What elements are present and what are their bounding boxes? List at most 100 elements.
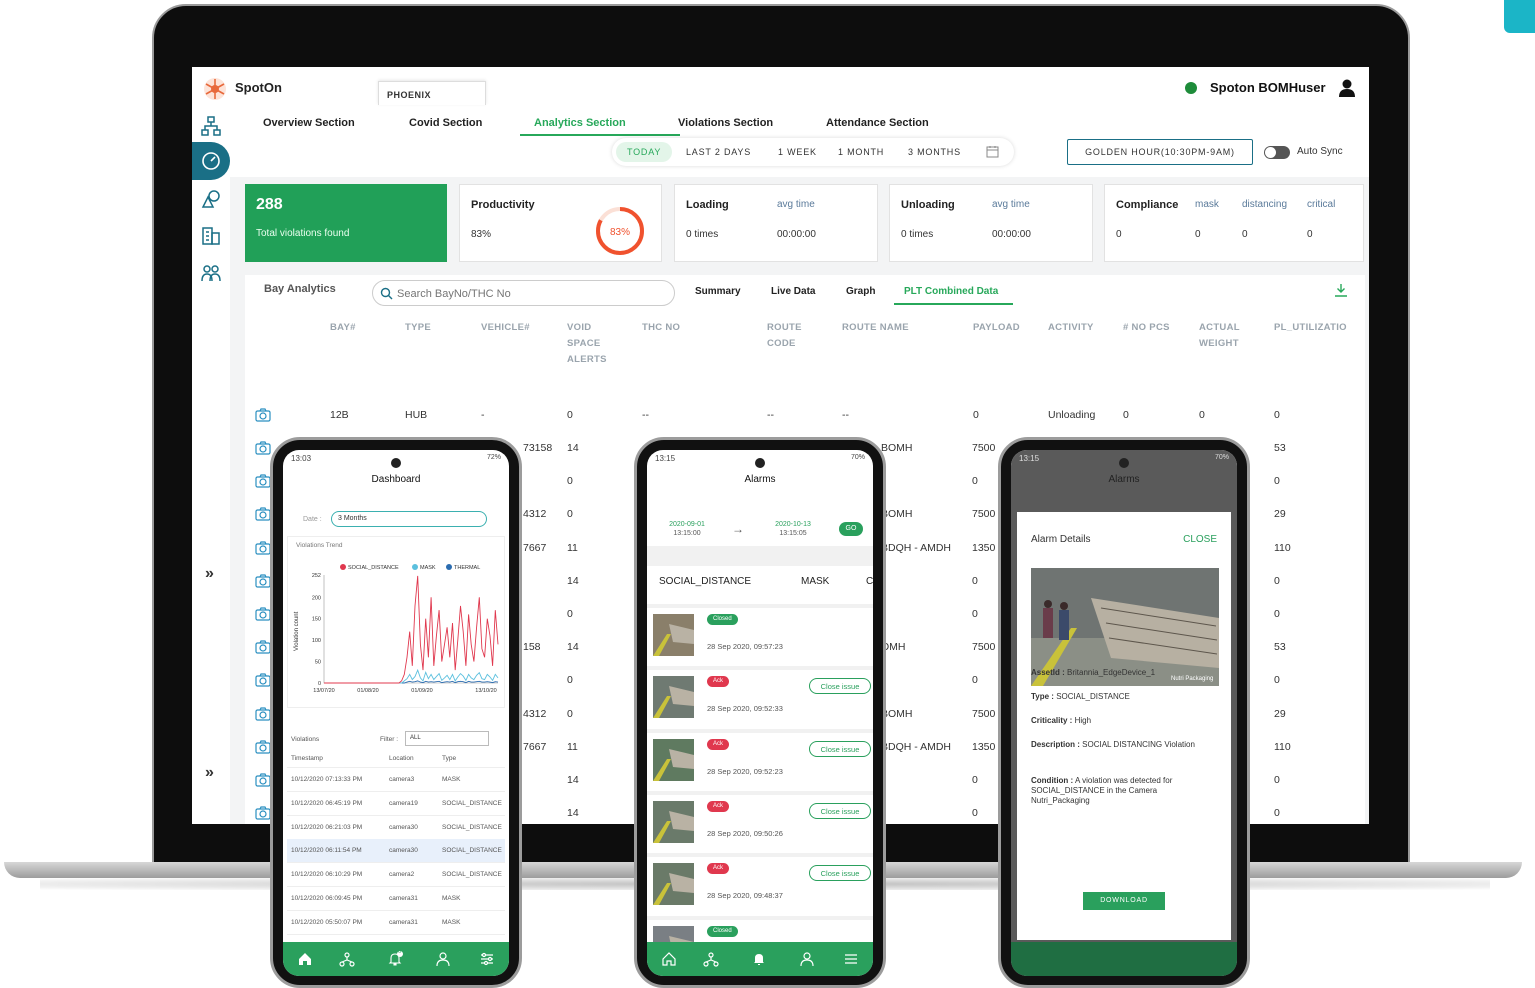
tab-social-distance[interactable]: SOCIAL_DISTANCE [659,576,751,587]
close-issue-button[interactable]: Close issue [809,865,871,882]
tab-mask[interactable]: MASK [801,576,829,587]
camera-icon[interactable] [255,673,271,687]
table-cell: 7667 [523,541,547,554]
golden-hour-button[interactable]: GOLDEN HOUR(10:30PM-9AM) [1067,139,1253,165]
table-cell: 7500 [972,707,996,720]
home-icon[interactable] [297,951,313,967]
tenant-tab-phoenix[interactable]: PHOENIX [378,81,486,105]
hierarchy-icon[interactable] [339,951,355,967]
camera-icon[interactable] [255,773,271,787]
range-1-month[interactable]: 1 MONTH [838,147,884,157]
productivity-gauge-label: 83% [610,227,630,238]
list-item[interactable]: 10/12/2020 07:13:33 PM camera3 MASK [287,768,505,792]
close-issue-button[interactable]: Close issue [809,740,871,757]
camera-icon[interactable] [255,441,271,455]
alarm-item[interactable]: Ack 28 Sep 2020, 09:50:26 Close issue [647,790,873,849]
table-cell: 0 [972,774,978,786]
close-issue-button[interactable]: Close issue [809,802,871,819]
camera-icon[interactable] [255,806,271,820]
status-time: 13:03 [291,454,312,463]
username[interactable]: Spoton BOMHuser [1210,80,1326,95]
violations-title: Violations [291,736,320,743]
alarm-item[interactable]: Ack 28 Sep 2020, 09:48:37 Close issue [647,853,873,911]
list-item[interactable]: 10/12/2020 06:21:03 PM camera30 SOCIAL_DIS… [287,816,505,840]
building-icon[interactable] [200,225,222,247]
alarm-item[interactable]: Ack 28 Sep 2020, 09:52:23 Close issue [647,728,873,787]
search-input[interactable] [397,285,667,302]
tab-attendance[interactable]: Attendance Section [826,117,929,129]
table-cell: -- [642,409,649,421]
camera-icon[interactable] [255,574,271,588]
camera-icon[interactable] [255,408,271,422]
camera-icon[interactable] [255,740,271,754]
from-date[interactable]: 2020-09-01 13:15:00 [659,520,715,538]
camera-icon[interactable] [255,540,271,555]
tab-summary[interactable]: Summary [695,286,741,297]
tab-plt-combined-data[interactable]: PLT Combined Data [904,286,998,297]
user-icon[interactable] [435,951,451,967]
settings-sliders-icon[interactable] [843,951,859,967]
auto-sync-toggle[interactable] [1264,146,1290,159]
alarm-timestamp: 28 Sep 2020, 09:57:23 [707,642,783,651]
table-cell: 0 [972,574,978,587]
expand-chevron-icon[interactable]: » [205,565,214,583]
download-icon[interactable] [1334,283,1348,297]
list-item[interactable]: 10/12/2020 05:50:07 PM camera31 MASK [287,911,505,935]
to-date[interactable]: 2020-10-13 13:15:05 [765,520,821,538]
phone-title: Alarms [744,474,776,485]
tab-graph[interactable]: Graph [846,286,875,297]
people-icon[interactable] [200,262,222,284]
camera-icon[interactable] [255,507,271,521]
list-item[interactable]: 10/12/2020 06:45:19 PM camera19 SOCIAL_DIS… [287,792,505,816]
hierarchy-icon[interactable] [703,951,719,967]
expand-chevron-icon[interactable]: » [205,764,214,782]
tab-violations[interactable]: Violations Section [678,117,773,129]
table-cell: Unloading [1048,409,1096,421]
close-button[interactable]: CLOSE [1183,534,1217,545]
list-item[interactable]: 10/12/2020 06:09:45 PM camera31 MASK [287,887,505,911]
range-3-months[interactable]: 3 MONTHS [908,147,961,157]
range-1-week[interactable]: 1 WEEK [778,147,817,157]
tab-covid[interactable]: Covid Section [409,117,482,129]
close-issue-button[interactable]: Close issue [809,678,871,695]
camera-icon[interactable] [255,474,271,488]
settings-sliders-icon[interactable] [479,951,495,967]
alarm-thumbnail [653,800,694,843]
alarm-item[interactable]: Ack 28 Sep 2020, 09:52:33 Close issue [647,666,873,724]
table-row[interactable]: 12B HUB - 0 -- -- -- 0 Unloading 0 0 0 [245,400,1365,433]
table-cell: 14 [567,807,579,820]
total-violations-card[interactable]: 288 Total violations found [245,184,447,262]
column-header: ACTUAL WEIGHT [1199,322,1240,349]
camera-icon[interactable] [255,607,271,621]
filter-select[interactable]: ALL [405,731,489,746]
table-cell: 7667 [523,740,547,753]
list-item[interactable]: 10/12/2020 06:11:54 PM camera30 SOCIAL_DIS… [287,839,505,864]
range-today[interactable]: TODAY [627,147,661,157]
range-last-2-days[interactable]: LAST 2 DAYS [686,147,751,157]
home-icon[interactable] [661,951,677,967]
status-badge: Ack [707,863,730,875]
list-item[interactable]: 10/12/2020 06:10:29 PM camera2 SOCIAL_DIST… [287,863,505,888]
table-cell: 14 [567,774,579,786]
camera-icon[interactable] [255,640,271,654]
camera-icon[interactable] [255,706,271,721]
go-button[interactable]: GO [839,522,863,536]
user-icon[interactable] [1338,78,1356,98]
tab-analytics[interactable]: Analytics Section [534,117,626,129]
user-icon[interactable] [799,951,815,967]
tab-more[interactable]: C [866,576,873,587]
shapes-icon[interactable] [200,188,222,210]
bell-icon[interactable] [751,951,767,967]
date-select[interactable]: 3 Months [331,511,487,527]
calendar-icon[interactable] [986,145,999,158]
tab-overview[interactable]: Overview Section [263,117,355,129]
alarm-item[interactable]: Closed 28 Sep 2020, 09:57:23 [647,604,873,662]
hierarchy-icon[interactable] [200,115,222,137]
marketing-mockup: SpotOn PHOENIX Spoton BOMHuser » » Overv… [0,0,1535,988]
phone-dashboard-screen: 13:03 72% Dashboard Date : 3 Months Viol… [283,450,509,976]
gauge-icon[interactable] [200,150,222,172]
download-button[interactable]: DOWNLOAD [1083,892,1165,910]
table-cell: 0 [972,674,978,687]
tab-live-data[interactable]: Live Data [771,286,815,297]
top-bar: SpotOn PHOENIX Spoton BOMHuser [192,67,1369,109]
